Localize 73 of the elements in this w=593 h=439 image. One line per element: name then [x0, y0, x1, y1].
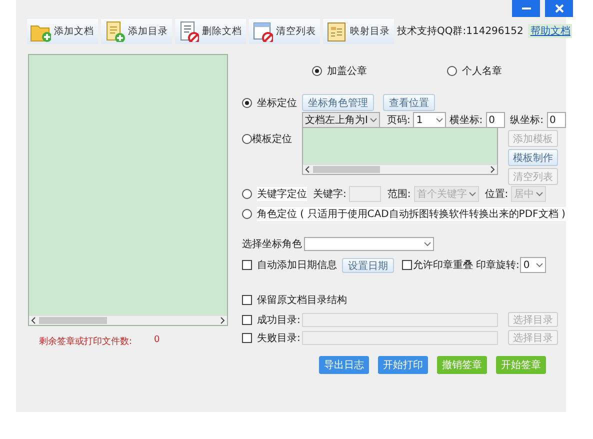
directory-field[interactable] — [302, 312, 498, 326]
remaining-count: 0 — [154, 335, 160, 347]
folder-list-icon — [326, 20, 347, 42]
checkbox[interactable] — [242, 295, 252, 305]
toolbar-button[interactable]: 清空列表 — [249, 18, 320, 44]
scrollbar-thumb[interactable] — [39, 317, 107, 324]
caret-icon — [370, 118, 377, 122]
checkbox-label: 保留原文档目录结构 — [257, 294, 347, 307]
role-select-label: 选择坐标角色 — [242, 238, 302, 251]
range-label: 范围: — [387, 188, 411, 201]
keyword-field[interactable] — [349, 186, 382, 202]
set-date-button[interactable]: 设置日期 — [342, 258, 394, 272]
scroll-left-icon — [31, 317, 36, 324]
horizontal-scrollbar[interactable] — [303, 164, 497, 174]
scroll-right-icon — [220, 317, 225, 324]
radio-label: 模板定位 — [252, 132, 292, 146]
checkbox[interactable] — [242, 332, 252, 342]
scroll-left-icon — [305, 166, 310, 173]
checkbox[interactable] — [242, 314, 252, 324]
radio-label: 坐标定位 — [257, 96, 297, 110]
remaining-count-label: 剩余签章或打印文件数: — [39, 336, 132, 348]
caret-icon — [468, 192, 476, 196]
y-coordinate-label: 纵坐标: — [510, 114, 544, 127]
radio-button[interactable] — [312, 66, 322, 76]
x-coordinate-label: 横坐标: — [449, 114, 483, 127]
window-delete-icon — [252, 20, 273, 42]
action-button[interactable]: 开始打印 — [378, 356, 428, 374]
document-delete-icon — [178, 20, 199, 42]
y-coordinate-field[interactable]: 0 — [546, 112, 566, 128]
radio-label: 关键字定位 — [257, 187, 307, 201]
toolbar-button[interactable]: 添加文档 — [27, 18, 98, 44]
page-select[interactable]: 1 — [413, 112, 446, 128]
caret-icon — [536, 192, 544, 196]
template-button[interactable]: 模板制作 — [508, 149, 558, 166]
close-icon — [554, 4, 564, 13]
action-button[interactable]: 坐标角色管理 — [302, 94, 374, 111]
x-coordinate-field[interactable]: 0 — [486, 112, 506, 128]
action-button[interactable]: 导出日志 — [319, 356, 369, 374]
horizontal-scrollbar[interactable] — [29, 315, 227, 325]
radio-button[interactable] — [242, 98, 252, 108]
close-button[interactable] — [545, 0, 573, 17]
minimize-button[interactable] — [512, 0, 540, 17]
checkbox-label: 自动添加日期信息 — [257, 258, 337, 272]
support-text: 技术支持QQ群:114296152 — [397, 24, 524, 38]
page-label: 页码: — [386, 114, 410, 127]
toolbar-button[interactable]: 映射目录 — [323, 18, 394, 44]
radio-label: 个人名章 — [462, 64, 502, 78]
caret-icon — [536, 262, 544, 268]
keyword-label: 关键字: — [313, 188, 346, 201]
document-plus-icon — [104, 20, 125, 42]
toolbar-button[interactable]: 添加目录 — [101, 18, 172, 44]
caret-icon — [436, 118, 444, 122]
radio-button[interactable] — [242, 189, 252, 199]
checkbox-label: 允许印章重叠 — [413, 258, 473, 272]
checkbox-label: 失败目录: — [257, 332, 300, 344]
radio-button[interactable] — [242, 209, 252, 219]
checkbox[interactable] — [402, 260, 412, 270]
rotation-select[interactable]: 0 — [520, 257, 546, 273]
radio-button[interactable] — [242, 134, 252, 144]
radio-label: 加盖公章 — [327, 64, 367, 78]
caret-icon — [424, 242, 431, 246]
checkbox-label: 成功目录: — [257, 314, 300, 326]
scroll-right-icon — [490, 166, 495, 173]
toolbar-button[interactable]: 删除文档 — [175, 18, 246, 44]
position-label: 位置: — [484, 188, 508, 201]
action-button[interactable]: 查看位置 — [383, 94, 435, 111]
scrollbar-thumb[interactable] — [313, 166, 380, 173]
radio-button[interactable] — [447, 66, 457, 76]
checkbox[interactable] — [242, 260, 252, 270]
anchor-select[interactable]: 文档左上角为I — [302, 112, 380, 128]
rotation-label: 印章旋转: — [476, 258, 520, 272]
directory-field[interactable] — [302, 330, 498, 344]
help-link[interactable]: 帮助文档 — [528, 24, 572, 38]
